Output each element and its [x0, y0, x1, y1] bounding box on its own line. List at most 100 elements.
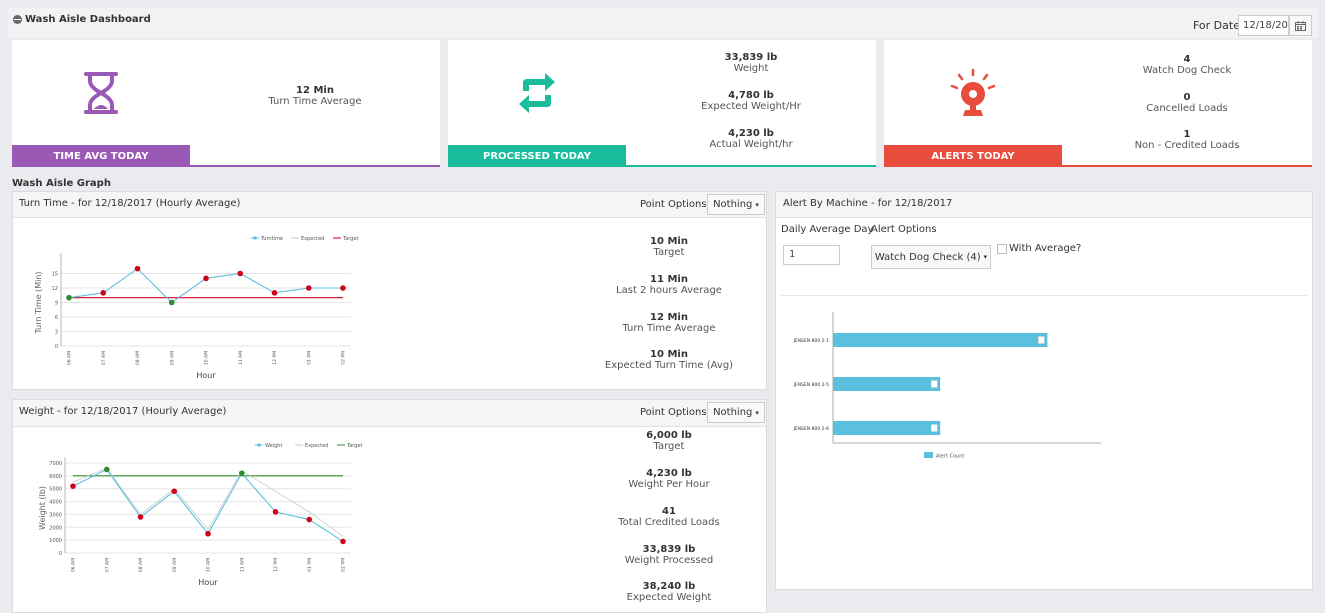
weight-chart-x-tick-label: 07 AM — [104, 558, 110, 572]
weight-chart-point — [272, 509, 279, 515]
weight-stat-5-label: Expected Weight — [626, 592, 712, 603]
weight-stat-2: 4,230 lb Weight Per Hour — [533, 468, 805, 506]
turn-chart-point — [168, 299, 175, 306]
weight-stat-4-label: Weight Processed — [624, 555, 714, 566]
with-average-label: With Average? — [1009, 243, 1082, 254]
kpi-time-value: 12 Min — [296, 85, 334, 96]
turn-point-options-dropdown[interactable]: Nothing ▾ — [707, 194, 765, 215]
turn-chart-y-tick-label: 0 — [55, 344, 58, 350]
weight-chart-y-axis-label: Weight (lb) — [38, 486, 47, 530]
weight-stat-3-label: Total Credited Loads — [618, 517, 720, 528]
weight-chart-point — [205, 530, 211, 537]
turn-chart-legend-marker — [253, 236, 257, 240]
turn-chart-y-axis-label: Turn Time (Min) — [34, 271, 43, 334]
turn-chart-y-tick-label: 3 — [55, 330, 58, 336]
kpi-alerts-label-1: Watch Dog Check — [1142, 65, 1232, 76]
kpi-processed-label-3: Actual Weight/hr — [709, 139, 793, 150]
caret-down-icon: ▾ — [755, 200, 759, 209]
alert-bar-value-box — [1038, 336, 1045, 344]
weight-point-options-dropdown[interactable]: Nothing ▾ — [707, 402, 765, 423]
weight-chart-x-tick-label: 02 PM — [341, 558, 347, 572]
daily-average-label: Daily Average Day — [781, 224, 874, 235]
graph-section-title: Wash Aisle Graph — [12, 178, 111, 189]
weight-title: Weight - for 12/18/2017 (Hourly Average) — [19, 406, 227, 417]
weight-stat-2-label: Weight Per Hour — [628, 479, 710, 490]
weight-stat-5-value: 38,240 lb — [642, 581, 696, 592]
turn-chart-y-tick-label: 6 — [55, 315, 58, 321]
weight-chart-y-tick-label: 1000 — [49, 538, 62, 544]
weight-stat-4-value: 33,839 lb — [642, 544, 696, 555]
turn-chart-x-tick-label: 12 PM — [272, 351, 278, 365]
dashboard-title: Wash Aisle Dashboard — [13, 14, 151, 25]
weight-chart-x-tick-label: 06 AM — [71, 558, 77, 572]
alert-options-dropdown[interactable]: Watch Dog Check (4) ▾ — [871, 245, 991, 269]
kpi-processed-text: 33,839 lb Weight 4,780 lb Expected Weigh… — [626, 52, 876, 150]
turn-chart-point — [100, 290, 107, 296]
turn-chart-x-tick-label: 07 AM — [101, 351, 107, 365]
turn-chart-y-tick-label: 15 — [52, 272, 58, 278]
turn-chart-y-tick-label: 9 — [55, 301, 58, 307]
calendar-icon — [1295, 20, 1306, 31]
kpi-time-icon-area — [12, 40, 190, 145]
weight-chart-x-tick-label: 11 AM — [239, 558, 245, 572]
kpi-time-text: 12 Min Turn Time Average — [190, 85, 440, 107]
kpi-alerts-icon-area — [884, 40, 1062, 145]
alert-options-label: Alert Options — [871, 224, 937, 235]
kpi-alerts-value-1: 4 — [1183, 54, 1191, 65]
caret-down-icon: ▾ — [755, 408, 759, 417]
weight-point-options-label: Point Options — [640, 407, 707, 418]
weight-chart-point — [103, 466, 110, 473]
turn-chart-point — [203, 275, 209, 282]
turn-stat-2-value: 11 Min — [650, 274, 688, 285]
kpi-alerts-label-3: Non - Credited Loads — [1134, 140, 1240, 151]
calendar-button[interactable] — [1289, 15, 1312, 36]
turn-chart-x-tick-label: 10 AM — [204, 351, 210, 365]
kpi-alerts-value-2: 0 — [1183, 92, 1191, 103]
weight-chart-point — [306, 516, 313, 523]
weight-stat-1-label: Target — [653, 441, 685, 452]
weight-stat-4: 33,839 lb Weight Processed — [533, 544, 805, 581]
collapse-icon[interactable] — [13, 15, 22, 24]
turn-stat-1: 10 Min Target — [533, 236, 805, 274]
with-average-checkbox[interactable] — [997, 244, 1007, 254]
weight-chart-legend-marker — [257, 443, 261, 447]
turn-chart-point — [237, 270, 244, 277]
weight-chart-y-tick-label: 0 — [59, 551, 62, 557]
daily-average-input[interactable]: 1 — [783, 245, 840, 265]
kpi-alerts-band: ALERTS TODAY — [884, 145, 1062, 167]
turn-chart-x-tick-label: 06 AM — [67, 351, 73, 365]
turn-stat-3-label: Turn Time Average — [622, 323, 716, 334]
turn-chart-y-tick-label: 12 — [52, 286, 58, 292]
turn-time-title: Turn Time - for 12/18/2017 (Hourly Avera… — [19, 198, 241, 209]
weight-chart-point — [70, 483, 76, 489]
weight-chart-point — [238, 470, 245, 477]
turn-stat-3-value: 12 Min — [650, 312, 688, 323]
weight-stats: 6,000 lb Target 4,230 lb Weight Per Hour 4… — [533, 430, 805, 603]
turn-stat-1-label: Target — [653, 247, 685, 258]
dashboard-title-text: Wash Aisle Dashboard — [25, 14, 151, 25]
turn-time-chart: 0 3 6 9 12 15 06 AM 07 AM 08 AM 09 AM 10 AM 11 AM 12… — [34, 236, 359, 380]
weight-chart-y-tick-label: 4000 — [49, 500, 62, 506]
turn-stat-2: 11 Min Last 2 hours Average — [533, 274, 805, 312]
alert-bar — [833, 421, 941, 435]
turn-point-options-label: Point Options — [640, 199, 707, 210]
weight-stat-1-value: 6,000 lb — [646, 430, 692, 441]
date-input[interactable]: 12/18/20 — [1238, 15, 1289, 36]
kpi-alerts-text: 4 Watch Dog Check 0 Cancelled Loads 1 No… — [1062, 54, 1312, 151]
weight-chart-series-weight — [72, 468, 344, 542]
weight-chart-y-tick-label: 2000 — [49, 525, 62, 531]
alert-bar — [833, 377, 941, 391]
weight-stat-1: 6,000 lb Target — [533, 430, 805, 468]
weight-chart-legend-label: Weight — [265, 443, 282, 449]
for-date-label: For Date — [1193, 19, 1240, 32]
weight-chart-legend-label: Target — [346, 443, 363, 449]
kpi-processed-value-2: 4,780 lb — [728, 90, 774, 101]
kpi-alerts-value-3: 1 — [1183, 129, 1191, 140]
weight-chart-point — [137, 514, 144, 520]
weight-chart-x-tick-label: 10 AM — [206, 558, 212, 572]
weight-chart-point — [171, 488, 178, 495]
turn-chart-point — [271, 290, 278, 296]
alert-legend-swatch — [924, 452, 933, 458]
alert-divider — [781, 295, 1307, 296]
turn-chart-legend-label: Turntime — [260, 236, 283, 242]
